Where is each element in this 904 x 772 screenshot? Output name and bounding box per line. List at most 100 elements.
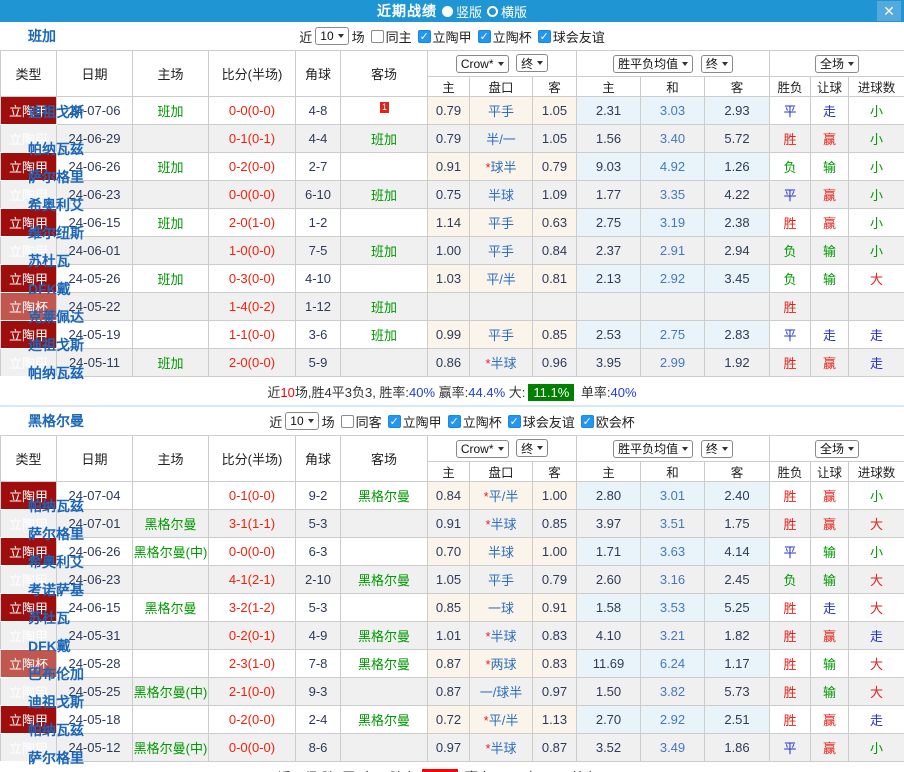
odds-final-select[interactable]: 终	[516, 439, 549, 458]
games-count-select[interactable]: 10	[315, 27, 349, 45]
col-home: 主场	[132, 50, 209, 97]
cell-avg-away	[703, 292, 771, 321]
cell-odds-away	[532, 292, 577, 321]
league-filter-checkbox: ✓ 立陶杯	[477, 27, 532, 46]
cell-result-wdl: 胜	[769, 481, 812, 510]
cell-corner: 7-5	[295, 236, 341, 265]
league-filter-checkbox-box[interactable]: ✓	[387, 414, 401, 428]
cell-handicap: 平手	[469, 208, 533, 237]
league-filter-checkbox-box[interactable]: ✓	[477, 29, 491, 43]
cell-corner: 4-9	[295, 621, 341, 650]
cell-home-team: 希奥利艾	[28, 180, 209, 213]
cell-avg-home: 1.56	[576, 124, 641, 153]
cell-result-handicap: 输	[810, 152, 850, 181]
cell-handicap: 半球	[469, 537, 533, 566]
avg-type-select[interactable]: 胜平负均值	[613, 439, 694, 458]
team-text: 黑格尔曼(中)	[133, 685, 208, 700]
team-text: 黑格尔曼(中)	[133, 741, 208, 756]
cell-result-wdl: 胜	[769, 348, 812, 377]
cell-away-team: 班加	[340, 320, 428, 349]
team-text: 班加	[370, 328, 397, 343]
cell-result-wdl: 胜	[769, 677, 812, 706]
summary-line: 近10场,胜4平3负3, 胜率:40% 赢率:44.4% 大: 11.1% 单率:…	[0, 377, 904, 405]
avg-final-select[interactable]: 终	[700, 54, 733, 73]
cell-odds-home	[427, 292, 470, 321]
col-date: 日期	[56, 50, 133, 97]
layout-radio-landscape[interactable]: 横版	[487, 2, 527, 21]
cell-avg-draw: 4.92	[640, 152, 705, 181]
odds-final-select[interactable]: 终	[516, 54, 549, 73]
odds-final-select-value: 终	[521, 56, 534, 71]
team-text: 班加	[370, 244, 397, 259]
layout-radio-portrait[interactable]: 竖版	[441, 2, 482, 21]
cell-away-team: 黑格尔曼	[340, 649, 428, 678]
handicap-text: 平手	[487, 104, 514, 119]
cell-avg-draw: 2.92	[640, 264, 705, 293]
cell-odds-home: 0.91	[427, 509, 470, 538]
near-label: 近	[269, 414, 283, 430]
scope-select-value: 全场	[820, 442, 845, 456]
avg-type-select[interactable]: 胜平负均值	[613, 54, 694, 73]
cell-result-handicap: 赢	[810, 208, 850, 237]
handicap-text: 半球	[487, 188, 514, 203]
summary-line: 近10场,胜7平2负1, 胜率:70% 赢率:50% 大:50% 单率:50%	[0, 762, 904, 772]
cell-avg-home: 2.70	[576, 705, 641, 734]
cell-result-wdl: 负	[769, 236, 812, 265]
cell-odds-away: 0.87	[532, 733, 577, 762]
games-count-select[interactable]: 10	[285, 412, 319, 430]
cell-result-handicap: 赢	[810, 509, 850, 538]
same-venue-checkbox-label: 同客	[355, 414, 382, 430]
table-row: 立陶杯 24-05-22 克莱佩达 1-4(0-2) 1-12 班加胜	[0, 292, 904, 325]
odds-company-select[interactable]: Crow*	[455, 439, 509, 458]
col-corner: 角球	[295, 50, 341, 97]
chevron-down-icon	[682, 446, 689, 451]
team-text: 黑格尔曼	[357, 657, 410, 672]
league-filter-checkbox-label: 立陶甲	[432, 29, 472, 45]
scope-select[interactable]: 全场	[815, 439, 860, 458]
filter-controls: 近 10 场同主 ✓ 立陶甲 ✓ 立陶杯 ✓ 球会友谊	[299, 27, 605, 46]
cell-avg-away: 1.92	[703, 348, 771, 377]
league-filter-checkbox-box[interactable]: ✓	[417, 29, 431, 43]
cell-home-team: 黑格尔曼(中)	[132, 733, 209, 762]
cell-odds-away: 0.85	[532, 320, 577, 349]
scope-select[interactable]: 全场	[815, 54, 860, 73]
same-venue-checkbox-label: 同主	[385, 29, 412, 45]
cell-odds-away: 0.84	[532, 236, 577, 265]
cell-avg-draw: 3.63	[640, 537, 705, 566]
team-text: 黑格尔曼	[144, 601, 197, 616]
cell-result-wdl: 平	[769, 96, 812, 125]
cell-corner: 4-4	[295, 124, 341, 153]
cell-score: 0-0(0-0)	[208, 733, 296, 762]
cell-corner: 7-8	[295, 649, 341, 678]
team-text: 黑格尔曼	[357, 573, 410, 588]
cell-away-team: 黑格尔曼	[340, 481, 428, 510]
cell-score: 4-1(2-1)	[208, 565, 296, 594]
cell-result-goals: 大	[848, 264, 904, 293]
cell-odds-home: 0.72	[427, 705, 470, 734]
cell-odds-home: 1.03	[427, 264, 470, 293]
table-row: 立陶甲 24-06-15 班加 2-0(1-0) 1-2 维尔纽斯 1.14 平手 0.63 2.…	[0, 208, 904, 241]
league-filter-checkbox-box[interactable]: ✓	[580, 414, 594, 428]
same-venue-checkbox-box[interactable]	[370, 29, 384, 43]
league-filter-checkbox-box[interactable]: ✓	[537, 29, 551, 43]
cell-home-team: 黑格尔曼(中)	[132, 677, 209, 706]
cell-home-team: 克莱佩达	[28, 292, 209, 325]
close-icon[interactable]: ✕	[877, 1, 901, 21]
cell-score: 1-1(0-0)	[208, 320, 296, 349]
cell-handicap: 平手	[469, 320, 533, 349]
league-filter-checkbox-box[interactable]: ✓	[447, 414, 461, 428]
cell-away-team: 维尔纽斯	[28, 208, 428, 241]
cell-avg-away: 1.26	[703, 152, 771, 181]
cell-handicap: 平手	[469, 565, 533, 594]
cell-result-handicap: 走	[810, 593, 850, 622]
odds-company-select[interactable]: Crow*	[455, 54, 509, 73]
league-filter-checkbox-box[interactable]: ✓	[507, 414, 521, 428]
chevron-down-icon	[497, 61, 504, 66]
cell-result-wdl: 平	[769, 180, 812, 209]
same-venue-checkbox-box[interactable]	[340, 414, 354, 428]
handicap-text: 半球	[487, 545, 514, 560]
avg-final-select[interactable]: 终	[700, 439, 733, 458]
cell-avg-home: 3.52	[576, 733, 641, 762]
cell-odds-away: 1.00	[532, 537, 577, 566]
cell-result-wdl: 胜	[769, 509, 812, 538]
